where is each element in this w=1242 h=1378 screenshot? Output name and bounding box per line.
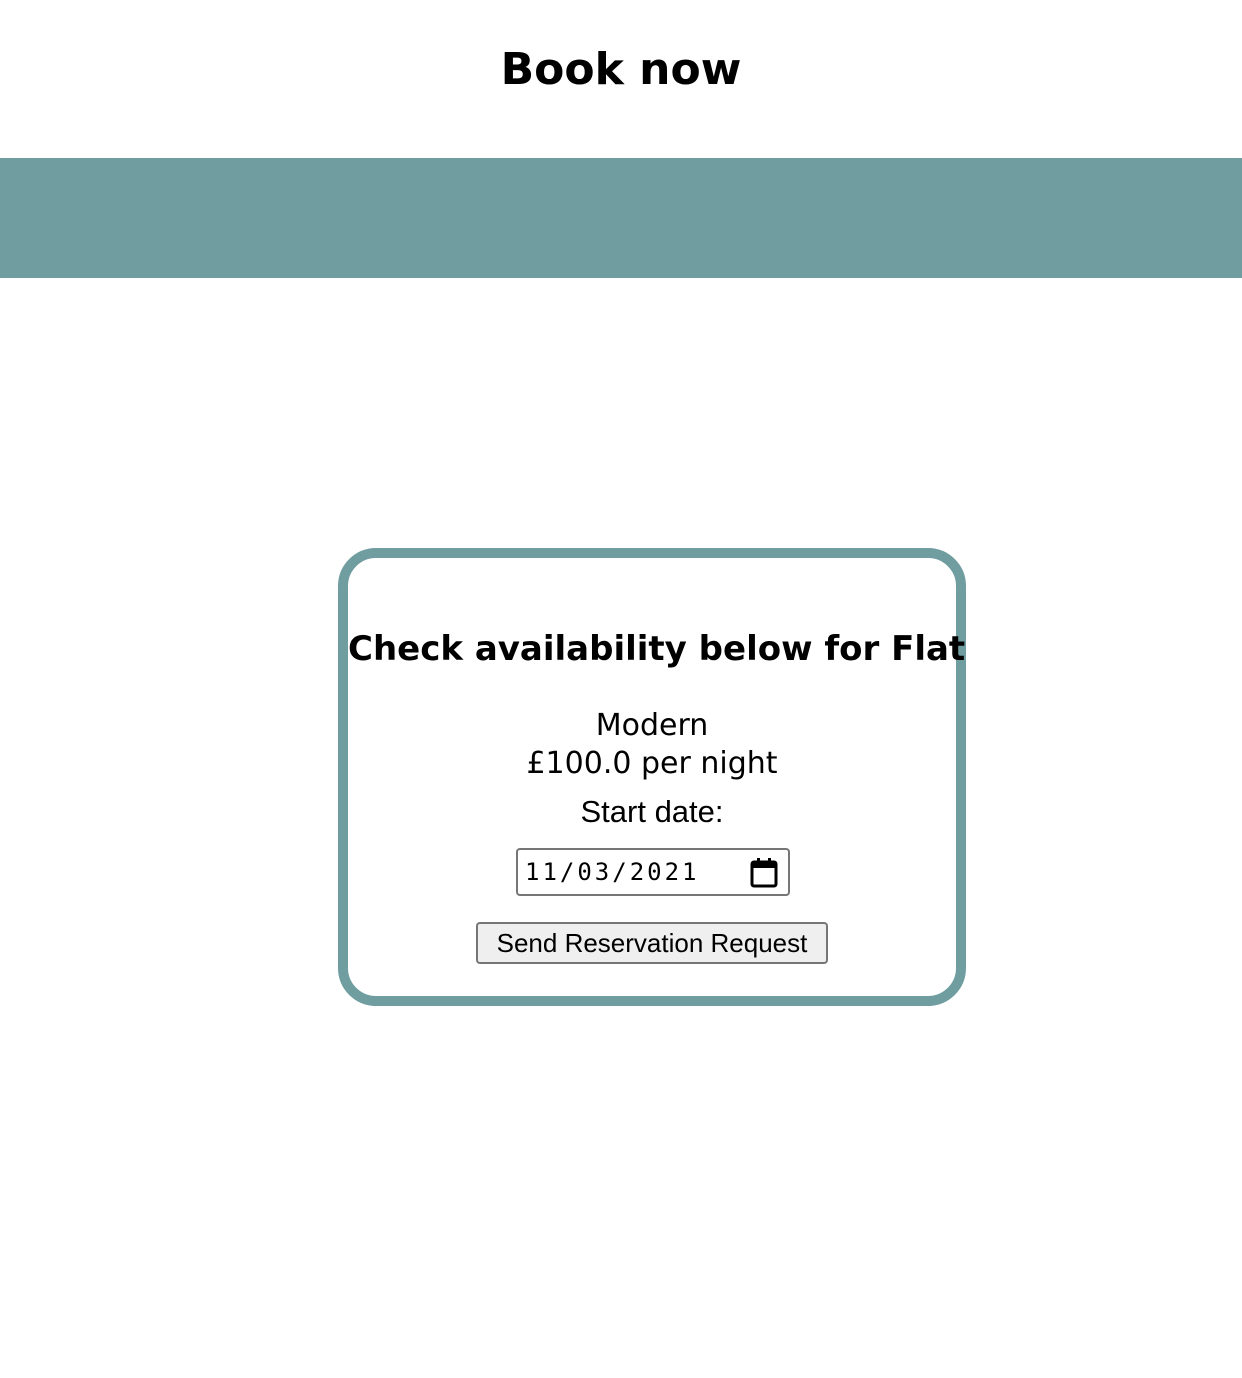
header-banner	[0, 158, 1242, 278]
start-date-label: Start date:	[580, 794, 724, 829]
send-reservation-button[interactable]: Send Reservation Request	[476, 922, 828, 964]
start-date-value: 11/03/2021	[525, 858, 700, 886]
booking-card: Check availability below for Flat Modern…	[338, 548, 966, 1006]
property-name: Modern	[595, 708, 709, 743]
card-heading: Check availability below for Flat	[348, 629, 966, 669]
page: Book now Check availability below for Fl…	[0, 0, 1242, 1378]
start-date-input[interactable]: 11/03/2021	[516, 848, 790, 896]
page-header: Book now	[0, 0, 1242, 158]
property-price: £100.0 per night	[526, 746, 778, 781]
page-title: Book now	[500, 44, 742, 95]
calendar-icon[interactable]	[750, 858, 778, 888]
